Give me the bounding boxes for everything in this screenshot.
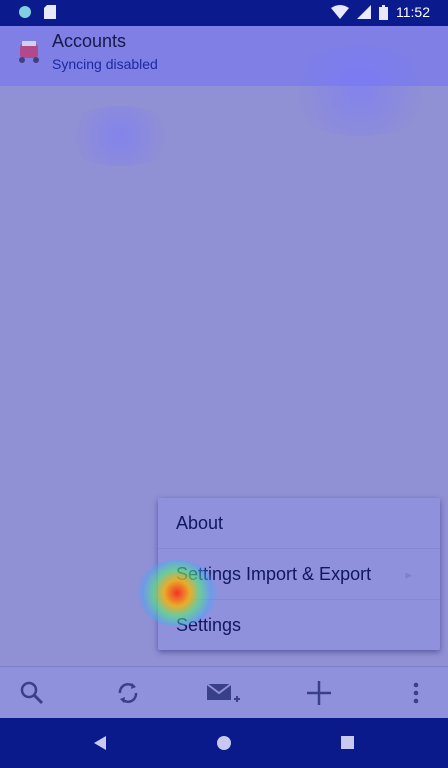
menu-item-label: Settings [176, 615, 242, 635]
recents-icon[interactable] [340, 735, 355, 755]
app-bar: Accounts Syncing disabled [0, 26, 448, 86]
cell-signal-icon [357, 5, 371, 19]
chevron-right-icon: ▸ [405, 567, 412, 582]
menu-item-settings[interactable]: Settings [158, 600, 440, 651]
app-title: Accounts [52, 31, 127, 51]
battery-icon [379, 4, 388, 20]
search-icon[interactable] [18, 679, 46, 707]
overflow-menu: About Settings Import & Export ▸ Setting… [158, 498, 440, 650]
menu-item-label: Settings Import & Export [176, 564, 372, 584]
back-icon[interactable] [92, 735, 108, 756]
system-nav-bar [0, 718, 448, 768]
circle-notification-icon [18, 5, 32, 19]
app-logo-icon [16, 38, 44, 66]
bottom-toolbar [0, 666, 448, 719]
clock: 11:52 [396, 4, 430, 20]
menu-item-label: About [176, 513, 224, 533]
compose-icon[interactable] [206, 679, 242, 707]
menu-item-settings-import-export[interactable]: Settings Import & Export ▸ [158, 549, 440, 600]
sync-status: Syncing disabled [52, 56, 158, 72]
home-icon[interactable] [216, 735, 232, 756]
status-bar: 11:52 [0, 0, 448, 26]
refresh-icon[interactable] [114, 679, 142, 707]
heatmap-glow [60, 106, 180, 166]
sd-card-icon [44, 5, 56, 19]
wifi-icon [331, 5, 349, 19]
menu-item-about[interactable]: About [158, 498, 440, 549]
add-icon[interactable] [305, 679, 333, 707]
more-vert-icon[interactable] [402, 679, 430, 707]
